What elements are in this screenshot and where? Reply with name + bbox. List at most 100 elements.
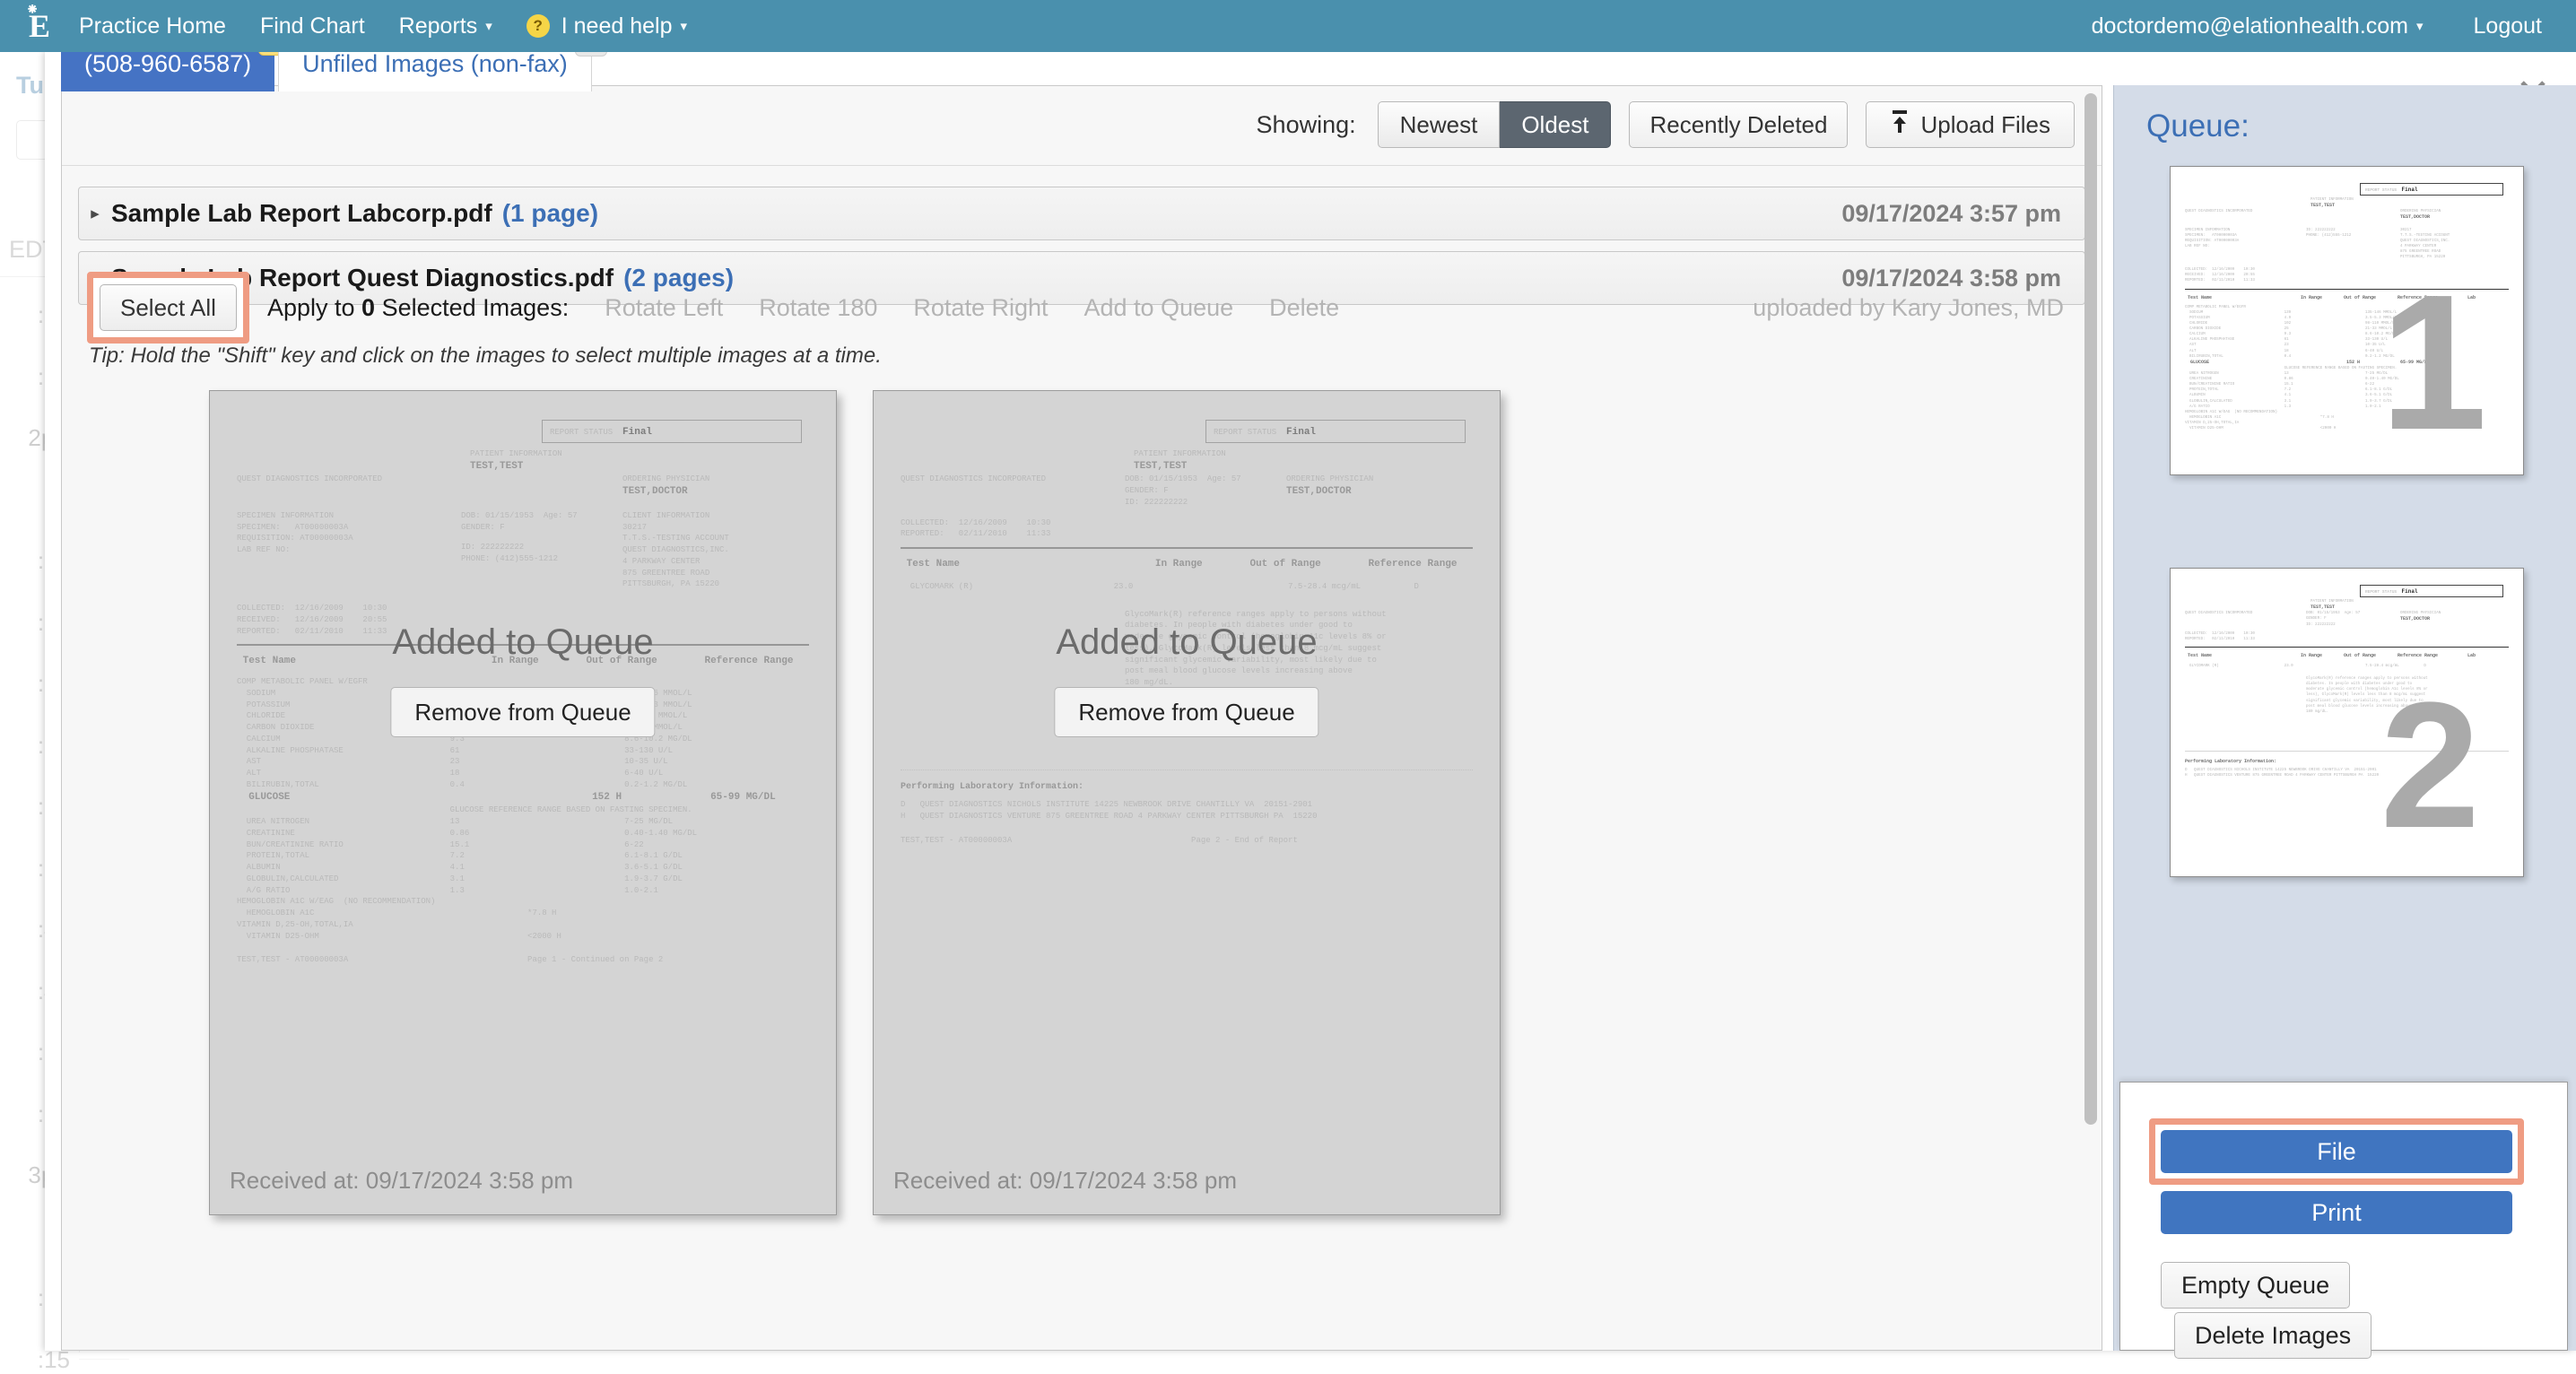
lab-name: QUEST DIAGNOSTICS INCORPORATED bbox=[901, 474, 1125, 485]
page-thumbnail-2[interactable]: REPORT STATUS Final PATIENT INFORMATION … bbox=[873, 390, 1501, 1215]
dob-line: DOB: 01/15/1953 Age: 57 bbox=[1125, 474, 1286, 485]
received-at-label: Received at: 09/17/2024 3:58 pm bbox=[230, 1167, 573, 1195]
lab-result-row: CREATININE 0.86 0.40-1.40 MG/DL bbox=[237, 828, 809, 839]
queue-item-1-watermark: 1 bbox=[2380, 265, 2487, 458]
specimen-lines: SPECIMEN: AT00000003AREQUISITION: AT0000… bbox=[237, 522, 461, 556]
document-text-line: LAB REF NO: bbox=[237, 544, 461, 556]
lab-report-page-2-render: REPORT STATUS Final PATIENT INFORMATION … bbox=[874, 391, 1500, 1214]
nav-reports[interactable]: Reports ▾ bbox=[399, 13, 492, 39]
report-status-box: REPORT STATUS Final bbox=[542, 420, 802, 443]
gender-line: GENDER: F bbox=[1125, 485, 1286, 497]
list-toolbar: Showing: Newest Oldest Recently Deleted … bbox=[1257, 101, 2075, 148]
ordering-physician: TEST,DOCTOR bbox=[1286, 485, 1373, 500]
client-info-label: CLIENT INFORMATION bbox=[622, 510, 729, 522]
remove-from-queue-button[interactable]: Remove from Queue bbox=[390, 687, 655, 737]
ordering-physician: TEST,DOCTOR bbox=[2400, 214, 2441, 221]
panel-scrollbar-thumb[interactable] bbox=[2084, 93, 2097, 1125]
nav-i-need-help[interactable]: ? I need help ▾ bbox=[527, 13, 687, 39]
delete-link[interactable]: Delete bbox=[1269, 294, 1339, 322]
report-status-value: Final bbox=[2402, 187, 2418, 193]
queue-item-1[interactable]: REPORT STATUS Final PATIENT INFORMATION … bbox=[2170, 166, 2524, 475]
document-text-line: REPORTED: 02/11/2010 11:33 bbox=[901, 528, 1473, 540]
timing-lines: COLLECTED: 12/16/2009 10:30REPORTED: 02/… bbox=[901, 517, 1473, 541]
document-text-line: REPORTED: 02/11/2010 11:33 bbox=[2185, 637, 2509, 642]
patient-phone-line: PHONE: (412)555-1212 bbox=[461, 553, 622, 565]
queue-item-2[interactable]: REPORT STATUS Final PATIENT INFORMATION … bbox=[2170, 568, 2524, 877]
document-text-line: 4 PARKWAY CENTER bbox=[622, 556, 729, 568]
empty-queue-button[interactable]: Empty Queue bbox=[2161, 1262, 2350, 1309]
lab-result-row: ALT 18 6-40 U/L bbox=[237, 768, 809, 779]
nav-practice-home[interactable]: Practice Home bbox=[79, 13, 226, 39]
print-button[interactable]: Print bbox=[2161, 1191, 2512, 1234]
nav-account-menu[interactable]: doctordemo@elationhealth.com ▾ bbox=[2092, 13, 2424, 39]
document-text-line: COLLECTED: 12/16/2009 10:30 bbox=[237, 603, 809, 614]
lab-result-row: ALKALINE PHOSPHATASE 61 33-130 U/L bbox=[237, 745, 809, 757]
patient-id-line: ID: 222222222 bbox=[2306, 622, 2400, 628]
page-thumbnail-1[interactable]: REPORT STATUS Final PATIENT INFORMATION … bbox=[209, 390, 837, 1215]
patient-id-line: ID: 222222222 bbox=[1125, 497, 1286, 509]
recently-deleted-button[interactable]: Recently Deleted bbox=[1629, 101, 1848, 148]
lab-name: QUEST DIAGNOSTICS INCORPORATED bbox=[2185, 209, 2306, 214]
lab-result-row: UREA NITROGEN 13 7-25 MG/DL bbox=[237, 816, 809, 828]
expand-triangle-icon[interactable]: ▸ bbox=[79, 204, 111, 224]
document-text-line: REQUISITION: AT00000003A bbox=[237, 533, 461, 544]
question-mark-icon: ? bbox=[527, 14, 550, 38]
file-button[interactable]: File bbox=[2161, 1130, 2512, 1173]
panel-scrollbar[interactable] bbox=[2082, 86, 2100, 1350]
patient-name: TEST,TEST bbox=[1134, 460, 1473, 474]
rotate-left-link[interactable]: Rotate Left bbox=[605, 294, 723, 322]
report-status-box: REPORT STATUS Final bbox=[2360, 585, 2503, 597]
patient-id-line: ID: 222222222 bbox=[461, 542, 622, 553]
bulk-actions-row: Select All Apply to 0 Selected Images: R… bbox=[78, 275, 2085, 340]
elation-logo[interactable]: ⁕E bbox=[0, 10, 79, 42]
lab-name: QUEST DIAGNOSTICS INCORPORATED bbox=[2185, 611, 2306, 616]
file-button-highlight: File bbox=[2149, 1118, 2524, 1185]
chevron-down-icon: ▾ bbox=[680, 18, 687, 34]
nav-find-chart-label: Find Chart bbox=[260, 13, 365, 39]
lab-table-headers: Test Name In Range Out of Range Referenc… bbox=[2185, 653, 2509, 659]
timing-lines: COLLECTED: 12/16/2009 10:30REPORTED: 02/… bbox=[2185, 631, 2509, 642]
patient-info-label: PATIENT INFORMATION bbox=[470, 448, 809, 460]
document-text-line: T.T.S.-TESTING ACCOUNT bbox=[2400, 233, 2450, 239]
dob-line: DOB: 01/15/1953 Age: 57 bbox=[461, 510, 622, 522]
upload-files-button[interactable]: Upload Files bbox=[1866, 101, 2075, 148]
lab-result-row: BUN/CREATININE RATIO 15.1 6-22 bbox=[237, 839, 809, 851]
page-footer-line: TEST,TEST - AT00000003A Page 1 - Continu… bbox=[237, 954, 809, 966]
add-to-queue-link[interactable]: Add to Queue bbox=[1084, 294, 1234, 322]
lab-result-row: ALBUMIN 4.1 3.6-5.1 G/DL bbox=[237, 862, 809, 874]
account-email-label: doctordemo@elationhealth.com bbox=[2092, 13, 2408, 39]
chevron-down-icon: ▾ bbox=[485, 18, 492, 34]
document-text-line: QUEST DIAGNOSTICS,INC. bbox=[622, 544, 729, 556]
queue-title: Queue: bbox=[2146, 109, 2250, 144]
patient-name: TEST,TEST bbox=[2311, 203, 2509, 209]
nav-find-chart[interactable]: Find Chart bbox=[260, 13, 365, 39]
shift-select-tip: Tip: Hold the "Shift" key and click on t… bbox=[78, 344, 2085, 369]
sort-oldest-button[interactable]: Oldest bbox=[1500, 101, 1611, 148]
tab-fax-number-label: (508-960-6587) bbox=[84, 50, 251, 78]
report-status-label: REPORT STATUS bbox=[550, 428, 613, 437]
nav-logout[interactable]: Logout bbox=[2474, 13, 2542, 39]
added-to-queue-overlay: Added to Queue bbox=[874, 622, 1500, 663]
panel-title: COMP METABOLIC PANEL W/EGFR bbox=[237, 676, 809, 688]
document-row-labcorp[interactable]: ▸ Sample Lab Report Labcorp.pdf (1 page)… bbox=[78, 187, 2085, 240]
sort-segmented-control: Newest Oldest bbox=[1378, 101, 1612, 148]
select-all-button[interactable]: Select All bbox=[100, 284, 237, 331]
apply-suffix-label: Selected Images: bbox=[382, 294, 570, 321]
delete-images-button[interactable]: Delete Images bbox=[2174, 1312, 2371, 1359]
lab-result-row: A/G RATIO 1.3 1.0-2.1 bbox=[237, 885, 809, 897]
selected-count: 0 bbox=[361, 294, 375, 321]
queue-panel: Queue: REPORT STATUS Final PATIENT INFOR… bbox=[2113, 85, 2576, 1351]
ordering-physician: TEST,DOCTOR bbox=[2400, 616, 2441, 622]
top-navigation-bar: ⁕E Practice Home Find Chart Reports ▾ ? … bbox=[0, 0, 2576, 52]
document-timestamp: 09/17/2024 3:57 pm bbox=[1841, 200, 2061, 228]
document-page-count: (1 page) bbox=[502, 199, 598, 228]
section-divider bbox=[2185, 647, 2509, 648]
remove-from-queue-button[interactable]: Remove from Queue bbox=[1054, 687, 1318, 737]
rotate-right-link[interactable]: Rotate Right bbox=[913, 294, 1048, 322]
received-at-label: Received at: 09/17/2024 3:58 pm bbox=[893, 1167, 1237, 1195]
rotate-180-link[interactable]: Rotate 180 bbox=[759, 294, 877, 322]
lab-result-row: AST 23 10-35 U/L bbox=[237, 756, 809, 768]
sort-newest-button[interactable]: Newest bbox=[1378, 101, 1501, 148]
logout-label: Logout bbox=[2474, 13, 2542, 39]
lab-name: QUEST DIAGNOSTICS INCORPORATED bbox=[237, 474, 461, 485]
